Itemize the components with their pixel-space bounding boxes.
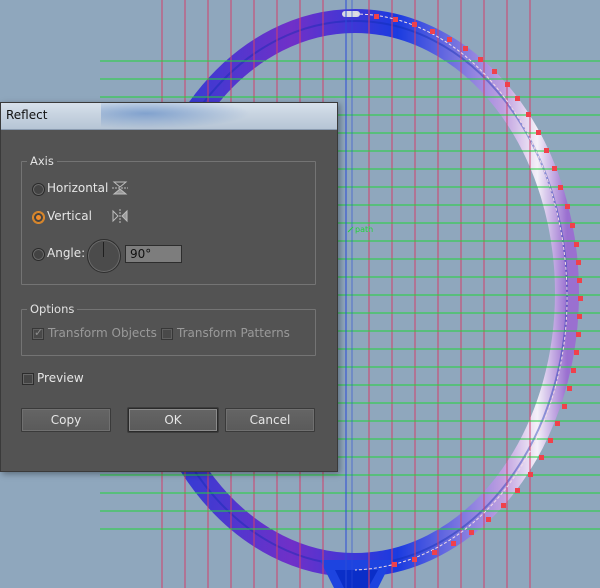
reflect-horizontal-icon <box>112 181 128 195</box>
angle-label[interactable]: Angle: <box>47 246 85 260</box>
angle-radio[interactable] <box>32 248 45 261</box>
path-hint-label: path <box>355 225 373 234</box>
reflect-axis-line <box>345 0 353 588</box>
ok-button[interactable]: OK <box>128 408 218 432</box>
checkmark-icon: ✓ <box>34 326 44 339</box>
angle-dial-hand <box>103 242 104 257</box>
axis-group <box>21 161 316 285</box>
horizontal-radio[interactable] <box>32 183 45 196</box>
preview-checkbox[interactable] <box>22 373 34 385</box>
titlebar-glare <box>101 103 251 129</box>
dialog-titlebar[interactable]: Reflect <box>1 103 337 130</box>
reflect-dialog: Reflect Axis Horizontal Vertical Angle: … <box>0 102 338 472</box>
vertical-label[interactable]: Vertical <box>47 209 92 223</box>
angle-input[interactable]: 90° <box>125 245 182 263</box>
axis-group-label: Axis <box>27 154 57 168</box>
dialog-body: Axis Horizontal Vertical Angle: 90° Opti… <box>1 130 337 471</box>
preview-label[interactable]: Preview <box>37 371 84 385</box>
cancel-button[interactable]: Cancel <box>225 408 315 432</box>
reflect-vertical-icon <box>112 209 128 223</box>
horizontal-label[interactable]: Horizontal <box>47 181 108 195</box>
transform-objects-label[interactable]: Transform Objects <box>48 326 157 340</box>
copy-button[interactable]: Copy <box>21 408 111 432</box>
options-group-label: Options <box>27 302 78 316</box>
transform-patterns-checkbox[interactable] <box>161 328 173 340</box>
angle-dial[interactable] <box>87 239 121 273</box>
dialog-title: Reflect <box>6 108 48 122</box>
vertical-radio[interactable] <box>32 211 45 224</box>
transform-objects-checkbox[interactable]: ✓ <box>32 326 44 340</box>
racket-throat <box>320 560 392 588</box>
transform-patterns-label[interactable]: Transform Patterns <box>177 326 290 340</box>
